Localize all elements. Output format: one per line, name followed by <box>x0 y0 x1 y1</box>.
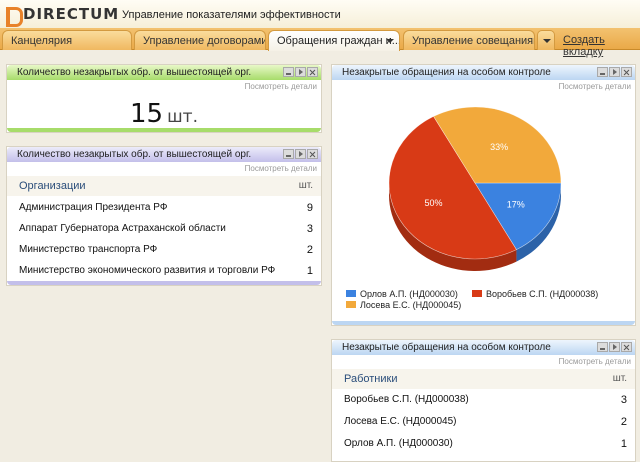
tab-kantselyariya[interactable]: Канцелярия <box>2 30 132 50</box>
tab-label: Канцелярия <box>11 35 73 47</box>
tab-label: Обращения граждан и... <box>277 35 400 47</box>
legend-item-orlov: Орлов А.П. (НД000030) <box>346 289 458 299</box>
logo: DIRECTUM <box>6 5 120 27</box>
widget-header: Количество незакрытых обр. от вышестояще… <box>7 65 321 80</box>
legend-swatch <box>346 301 356 308</box>
pie-chart: 17% 50% 33% <box>388 106 562 271</box>
column-header-organizations[interactable]: Организации <box>19 180 86 192</box>
table-row[interactable]: Министерство транспорта РФ 2 <box>7 240 321 261</box>
widget-footer <box>7 281 321 285</box>
expand-arrow-icon[interactable] <box>295 67 306 77</box>
table-row[interactable]: Министерство экономического развития и т… <box>7 261 321 282</box>
worker-name: Лосева Е.С. (НД000045) <box>344 416 457 427</box>
logo-text: DIRECTUM <box>23 5 120 23</box>
widget-controls <box>283 149 318 159</box>
tab-contracts[interactable]: Управление договорами <box>134 30 266 50</box>
org-name: Министерство экономического развития и т… <box>19 265 276 276</box>
minimize-icon[interactable] <box>597 342 608 352</box>
column-header-count[interactable]: шт. <box>613 373 627 384</box>
widget-footer <box>332 321 635 325</box>
table-header: Организации шт. <box>7 176 321 196</box>
widget-controls <box>597 342 632 352</box>
pie-slice-label: 50% <box>425 198 443 208</box>
table-row[interactable]: Лосева Е.С. (НД000045) 2 <box>332 412 635 433</box>
legend-label: Орлов А.П. (НД000030) <box>360 289 458 299</box>
widget-title: Количество незакрытых обр. от вышестояще… <box>17 149 252 160</box>
worker-name: Орлов А.П. (НД000030) <box>344 438 453 449</box>
app-header: DIRECTUM Управление показателями эффекти… <box>0 0 640 28</box>
org-name: Аппарат Губернатора Астраханской области <box>19 223 226 234</box>
table-row[interactable]: Воробьев С.П. (НД000038) 3 <box>332 390 635 411</box>
worker-count: 3 <box>620 394 627 406</box>
org-name: Администрация Президента РФ <box>19 202 168 213</box>
chart-widget: Незакрытые обращения на особом контроле … <box>331 64 636 326</box>
column-header-count[interactable]: шт. <box>299 180 313 191</box>
org-count: 3 <box>306 223 313 235</box>
pie-slice-label: 17% <box>507 199 525 209</box>
table-row[interactable]: Администрация Президента РФ 9 <box>7 198 321 219</box>
widget-title: Незакрытые обращения на особом контроле <box>342 342 551 353</box>
org-name: Министерство транспорта РФ <box>19 244 158 255</box>
count-unit: шт. <box>167 107 198 127</box>
column-header-workers[interactable]: Работники <box>344 373 397 385</box>
widget-header: Незакрытые обращения на особом контроле <box>332 340 635 355</box>
view-details-link[interactable]: Посмотреть детали <box>559 357 631 366</box>
view-details-link[interactable]: Посмотреть детали <box>559 82 631 91</box>
tabs-dropdown-button[interactable] <box>537 30 555 50</box>
widget-title: Незакрытые обращения на особом контроле <box>342 67 551 78</box>
worker-count: 1 <box>620 438 627 450</box>
legend-item-loseva: Лосева Е.С. (НД000045) <box>346 300 461 310</box>
widget-header: Незакрытые обращения на особом контроле <box>332 65 635 80</box>
table-row[interactable]: Орлов А.П. (НД000030) 1 <box>332 434 635 455</box>
expand-arrow-icon[interactable] <box>609 342 620 352</box>
legend-swatch <box>346 290 356 297</box>
app-title: Управление показателями эффективности <box>122 9 341 21</box>
tab-citizen-requests[interactable]: Обращения граждан и... <box>268 30 400 51</box>
minimize-icon[interactable] <box>283 149 294 159</box>
chevron-down-icon[interactable] <box>386 39 394 43</box>
open-requests-count: 15 шт. <box>7 99 321 129</box>
view-details-link[interactable]: Посмотреть детали <box>245 82 317 91</box>
table-header: Работники шт. <box>332 369 635 389</box>
legend-label: Лосева Е.С. (НД000045) <box>360 300 462 310</box>
widget-footer <box>7 128 321 132</box>
create-tab-link[interactable]: Создать вкладку <box>563 34 640 58</box>
pie-slice-label: 33% <box>490 142 508 152</box>
worker-name: Воробьев С.П. (НД000038) <box>344 394 469 405</box>
minimize-icon[interactable] <box>597 67 608 77</box>
close-icon[interactable] <box>307 67 318 77</box>
minimize-icon[interactable] <box>283 67 294 77</box>
close-icon[interactable] <box>621 342 632 352</box>
orgs-widget: Количество незакрытых обр. от вышестояще… <box>6 146 322 286</box>
widget-controls <box>597 67 632 77</box>
widget-header: Количество незакрытых обр. от вышестояще… <box>7 147 321 162</box>
org-count: 2 <box>306 244 313 256</box>
close-icon[interactable] <box>621 67 632 77</box>
widget-title: Количество незакрытых обр. от вышестояще… <box>17 67 252 78</box>
legend-swatch <box>472 290 482 297</box>
close-icon[interactable] <box>307 149 318 159</box>
count-value: 15 <box>130 99 164 129</box>
tab-bar: Канцелярия Управление договорами Обращен… <box>0 28 640 58</box>
legend-item-vorobyev: Воробьев С.П. (НД000038) <box>472 289 598 299</box>
widget-controls <box>283 67 318 77</box>
legend-label: Воробьев С.П. (НД000038) <box>486 289 599 299</box>
expand-arrow-icon[interactable] <box>609 67 620 77</box>
expand-arrow-icon[interactable] <box>295 149 306 159</box>
table-row[interactable]: Аппарат Губернатора Астраханской области… <box>7 219 321 240</box>
tab-meetings[interactable]: Управление совещаниями <box>403 30 535 50</box>
worker-count: 2 <box>620 416 627 428</box>
tab-label: Управление совещаниями <box>412 35 535 47</box>
tab-label: Управление договорами <box>143 35 266 47</box>
directum-logo-icon <box>6 6 23 27</box>
workers-widget: Незакрытые обращения на особом контроле … <box>331 339 636 462</box>
view-details-link[interactable]: Посмотреть детали <box>245 164 317 173</box>
org-count: 9 <box>306 202 313 214</box>
count-widget: Количество незакрытых обр. от вышестояще… <box>6 64 322 133</box>
org-count: 1 <box>306 265 313 277</box>
